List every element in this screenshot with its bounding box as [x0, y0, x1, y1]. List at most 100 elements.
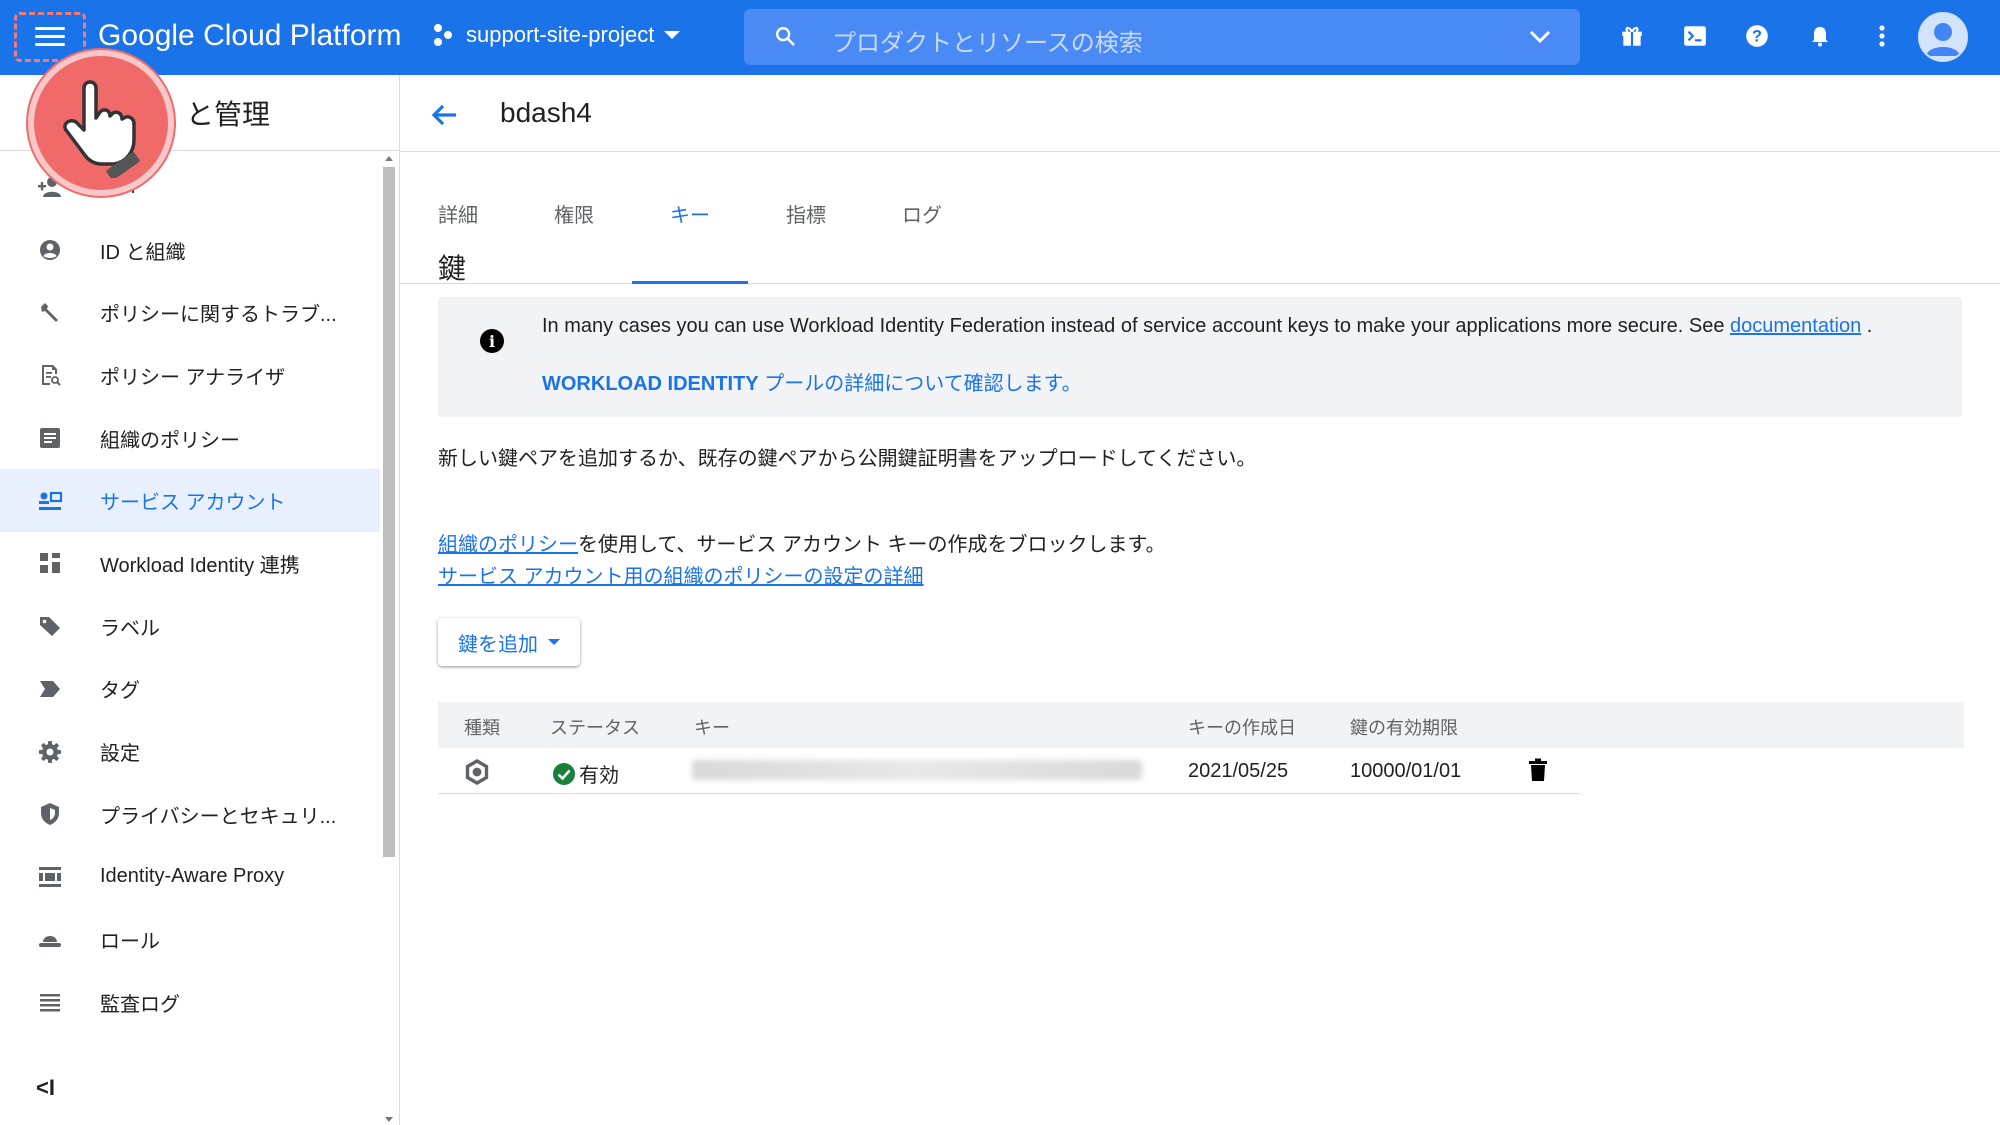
project-name: support-site-project [466, 22, 655, 47]
delete-icon[interactable] [1528, 758, 1548, 787]
article-icon [37, 425, 63, 451]
sidebar-item-label: Identity-Aware Proxy [100, 865, 285, 888]
table-row: 有効 2021/05/25 10000/01/01 [438, 748, 1580, 794]
scrollbar-thumb[interactable] [383, 167, 395, 857]
nav-scrollbar[interactable] [382, 155, 396, 1122]
more-vert-icon[interactable] [1866, 20, 1898, 52]
sidebar-item-label: 監査ログ [100, 993, 180, 1016]
tab-keys[interactable]: キー [632, 152, 748, 284]
info-text: In many cases you can use Workload Ident… [542, 315, 1872, 338]
avatar[interactable] [1918, 12, 1968, 62]
shield-icon [37, 801, 63, 827]
sidebar-item-workload-identity[interactable]: Workload Identity 連携 [0, 532, 380, 595]
key-id-redacted [692, 760, 1142, 780]
bell-icon[interactable] [1804, 20, 1836, 52]
workload-identity-link[interactable]: WORKLOAD IDENTITY プールの詳細について確認します。 [542, 367, 1082, 396]
gear-icon [37, 739, 63, 765]
policy-detail-link[interactable]: サービス アカウント用の組織のポリシーの設定の詳細 [438, 566, 924, 588]
label-arrow-icon [37, 676, 63, 702]
tab-metrics[interactable]: 指標 [748, 152, 864, 284]
info-banner: i In many cases you can use Workload Ide… [438, 297, 1962, 417]
sidebar-item-roles[interactable]: ロール [0, 908, 380, 971]
sidebar-item-id-org[interactable]: ID と組織 [0, 219, 380, 282]
dashboard-icon [37, 550, 63, 576]
sidebar-item-label: 設定 [100, 743, 140, 766]
sidebar-item-label: Workload Identity 連携 [100, 554, 300, 577]
header-expires[interactable]: 鍵の有効期限 [1350, 714, 1458, 740]
top-bar: Google Cloud Platform support-site-proje… [0, 0, 2000, 75]
hamburger-icon [35, 27, 65, 47]
sidebar-item-org-policy[interactable]: 組織のポリシー [0, 407, 380, 470]
description-text: 新しい鍵ペアを追加するか、既存の鍵ペアから公開鍵証明書をアップロードしてください… [438, 448, 1257, 470]
status-text: 有効 [579, 765, 619, 787]
sidebar-item-privacy-security[interactable]: プライバシーとセキュリ... [0, 783, 380, 846]
page-title: bdash4 [500, 97, 592, 128]
section-title: 鍵 [438, 253, 467, 284]
add-key-button[interactable]: 鍵を追加 [438, 618, 580, 666]
service-account-icon [37, 488, 63, 514]
sidebar-item-label: ロール [100, 931, 160, 954]
chevron-down-icon [548, 639, 560, 645]
info-icon: i [480, 329, 504, 353]
active-tab-indicator [632, 281, 748, 284]
table-header: 種類 ステータス キー キーの作成日 鍵の有効期限 [438, 702, 1964, 748]
tab-logs[interactable]: ログ [864, 152, 980, 284]
header-status[interactable]: ステータス [550, 714, 640, 740]
collapse-nav-button[interactable]: <I [36, 1075, 55, 1101]
search-input[interactable]: プロダクトとリソースの検索 [744, 9, 1580, 65]
project-icon [434, 24, 456, 46]
help-icon[interactable]: ? [1741, 20, 1773, 52]
policy-detail-line: サービス アカウント用の組織のポリシーの設定の詳細 [438, 561, 924, 593]
sidebar-item-tags[interactable]: タグ [0, 658, 380, 721]
brand-title[interactable]: Google Cloud Platform [98, 19, 402, 53]
search-icon [776, 27, 795, 46]
main-content: bdash4 詳細 権限 キー 指標 ログ 鍵 i In many cases … [400, 75, 2000, 1125]
chevron-down-icon[interactable] [1528, 29, 1552, 45]
documentation-link[interactable]: documentation [1730, 315, 1861, 337]
wrench-icon [37, 300, 63, 326]
sidebar-item-iap[interactable]: Identity-Aware Proxy [0, 846, 380, 909]
chevron-down-icon [664, 31, 681, 39]
header-type[interactable]: 種類 [464, 714, 500, 740]
info-period: . [1861, 315, 1873, 337]
keys-table: 種類 ステータス キー キーの作成日 鍵の有効期限 有効 2021/05/25 … [438, 702, 1964, 794]
sidebar-item-label: サービス アカウント [100, 492, 286, 515]
sidebar-item-policy-troubleshooter[interactable]: ポリシーに関するトラブ... [0, 281, 380, 344]
proxy-icon [37, 864, 63, 890]
sidebar-item-label: ID と組織 [100, 241, 186, 264]
nav-list: IAM ID と組織 ポリシーに関するトラブ... ポリシー アナライザ 組織の… [0, 156, 380, 1034]
sidebar-item-labels[interactable]: ラベル [0, 595, 380, 658]
header-created[interactable]: キーの作成日 [1188, 714, 1296, 740]
pointer-hand-icon [28, 50, 174, 196]
back-arrow-icon[interactable] [428, 99, 460, 131]
tag-icon [37, 613, 63, 639]
sidebar-item-audit-logs[interactable]: 監査ログ [0, 971, 380, 1034]
created-date: 2021/05/25 [1188, 760, 1289, 782]
nav-title: と管理 [186, 99, 271, 130]
cloud-shell-icon[interactable] [1679, 20, 1711, 52]
sidebar-item-label: 組織のポリシー [100, 429, 240, 452]
sidebar-item-service-accounts[interactable]: サービス アカウント [0, 469, 380, 533]
sidebar-item-label: タグ [100, 680, 140, 703]
workload-identity-rest: プールの詳細について確認します。 [758, 373, 1082, 395]
sidebar-item-label: プライバシーとセキュリ... [100, 805, 337, 828]
policy-text: を使用して、サービス アカウント キーの作成をブロックします。 [578, 534, 1166, 556]
org-policy-link[interactable]: 組織のポリシー [438, 534, 578, 556]
check-circle-icon [553, 762, 575, 785]
sidebar-item-policy-analyzer[interactable]: ポリシー アナライザ [0, 344, 380, 407]
add-key-label: 鍵を追加 [458, 633, 538, 656]
side-nav: と管理 IAM ID と組織 ポリシーに関するトラブ... ポリシー アナライザ… [0, 75, 400, 1125]
workload-identity-bold: WORKLOAD IDENTITY [542, 373, 759, 395]
header-key[interactable]: キー [694, 714, 730, 740]
expiry-date: 10000/01/01 [1350, 760, 1462, 782]
gift-icon[interactable] [1616, 20, 1648, 52]
search-placeholder: プロダクトとリソースの検索 [832, 30, 1143, 57]
project-selector[interactable]: support-site-project [434, 22, 681, 48]
policy-line: 組織のポリシーを使用して、サービス アカウント キーの作成をブロックします。 [438, 529, 1166, 561]
sidebar-item-label: ポリシー アナライザ [100, 366, 286, 389]
hat-icon [37, 927, 63, 953]
sidebar-item-label: ポリシーに関するトラブ... [100, 304, 337, 327]
tab-permissions[interactable]: 権限 [516, 152, 632, 284]
sidebar-item-settings[interactable]: 設定 [0, 720, 380, 783]
account-circle-icon [37, 237, 63, 263]
